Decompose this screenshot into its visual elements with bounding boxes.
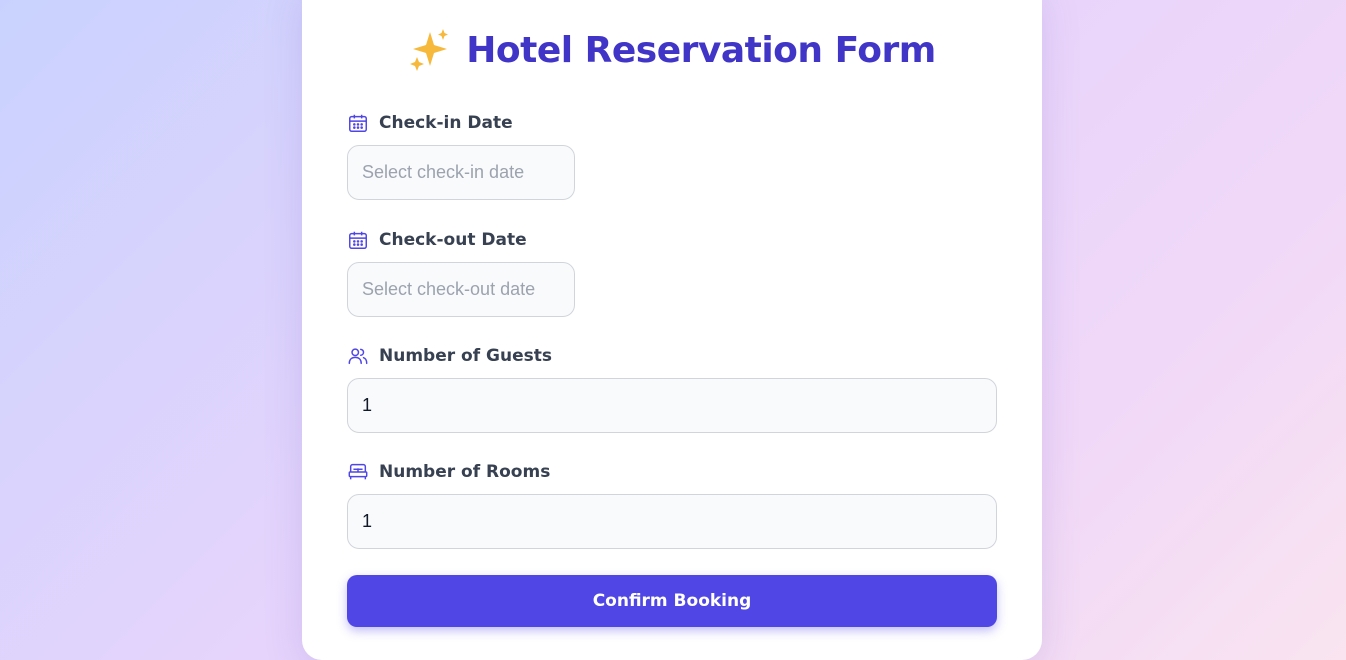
- form-title: Hotel Reservation Form: [302, 28, 1042, 72]
- checkout-label: Check-out Date: [347, 228, 997, 252]
- guests-label-text: Number of Guests: [379, 346, 552, 366]
- calendar-icon: [349, 114, 367, 132]
- form-title-text: Hotel Reservation Form: [466, 29, 936, 71]
- checkin-label: Check-in Date: [347, 111, 997, 135]
- rooms-field: Number of Rooms: [347, 460, 997, 549]
- bed-icon: [348, 463, 368, 480]
- rooms-input[interactable]: [347, 494, 997, 549]
- users-icon: [348, 348, 368, 365]
- checkin-field: Check-in Date: [347, 111, 997, 200]
- guests-label: Number of Guests: [347, 344, 997, 368]
- checkin-date-input[interactable]: [347, 145, 575, 200]
- checkout-label-text: Check-out Date: [379, 230, 527, 250]
- checkin-label-text: Check-in Date: [379, 113, 513, 133]
- confirm-booking-button[interactable]: Confirm Booking: [347, 575, 997, 627]
- reservation-card: Hotel Reservation Form Check-in Date Sel…: [302, 0, 1042, 660]
- checkout-date-input[interactable]: [347, 262, 575, 317]
- guests-input[interactable]: [347, 378, 997, 433]
- rooms-label: Number of Rooms: [347, 460, 997, 484]
- sparkles-icon: [410, 29, 449, 71]
- calendar-icon: [349, 231, 367, 249]
- rooms-label-text: Number of Rooms: [379, 462, 551, 482]
- checkout-field: Check-out Date: [347, 228, 997, 317]
- guests-field: Number of Guests: [347, 344, 997, 433]
